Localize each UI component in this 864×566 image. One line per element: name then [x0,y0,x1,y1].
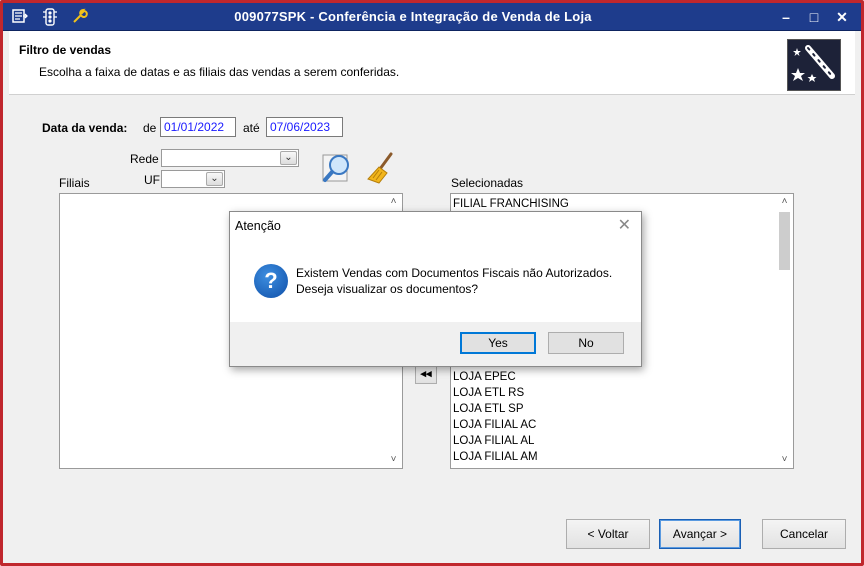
maximize-button[interactable]: □ [801,7,827,27]
traffic-light-icon[interactable] [41,8,59,26]
uf-label: UF [144,173,160,187]
window-title: 009077SPK - Conferência e Integração de … [234,9,592,24]
from-label: de [143,121,157,135]
back-button[interactable]: < Voltar [566,519,650,549]
to-label: até [243,121,260,135]
minimize-button[interactable]: – [773,7,799,27]
title-bar: 009077SPK - Conferência e Integração de … [3,3,861,31]
date-from-input[interactable]: 01/01/2022 [160,117,236,137]
menu-icon[interactable] [11,8,29,26]
dialog-title: Atenção [235,219,281,233]
scroll-down-icon[interactable]: ˅ [385,452,402,468]
dialog-message-line1: Existem Vendas com Documentos Fiscais nã… [296,266,613,280]
list-item[interactable]: LOJA EPEC [453,369,516,385]
broom-icon[interactable] [365,151,399,185]
no-button[interactable]: No [548,332,624,354]
list-item[interactable]: LOJA ETL RS [453,385,524,401]
scroll-up-icon[interactable]: ˄ [385,194,402,210]
date-label: Data da venda: [42,121,128,135]
list-item[interactable]: LOJA FILIAL AC [453,417,536,433]
date-to-input[interactable]: 07/06/2023 [266,117,343,137]
list-item[interactable]: LOJA FILIAL AM [453,449,538,465]
scroll-up-icon[interactable]: ˄ [776,194,793,210]
yes-button[interactable]: Yes [460,332,536,354]
next-button[interactable]: Avançar > [659,519,741,549]
dialog-footer: Yes No [230,322,641,366]
close-button[interactable]: ✕ [829,7,855,27]
chevron-down-icon[interactable]: ⌄ [280,151,297,165]
wizard-magic-wand-icon [787,39,841,91]
header-title: Filtro de vendas [19,43,112,57]
dialog-message-line2: Deseja visualizar os documentos? [296,282,479,296]
warning-dialog: Atenção ✕ ? Existem Vendas com Documento… [229,211,642,367]
move-all-left-button[interactable]: ◂◂ [415,364,437,384]
selecionadas-scrollbar[interactable]: ˄ ˅ [776,194,793,468]
list-item[interactable]: LOJA ETL SP [453,401,524,417]
question-icon: ? [254,264,288,298]
rede-select[interactable]: ⌄ [161,149,299,167]
list-item[interactable]: LOJA FILIAL AL [453,433,534,449]
search-icon[interactable] [321,151,355,185]
wrench-icon[interactable] [71,8,89,26]
wizard-header: Filtro de vendas Escolha a faixa de data… [9,31,855,95]
header-subtitle: Escolha a faixa de datas e as filiais da… [39,65,400,79]
selecionadas-label: Selecionadas [451,176,524,190]
rede-label: Rede [130,152,159,166]
uf-select[interactable]: ⌄ [161,170,225,188]
chevron-down-icon[interactable]: ⌄ [206,172,223,186]
list-item[interactable]: FILIAL FRANCHISING [453,196,569,212]
scroll-down-icon[interactable]: ˅ [776,452,793,468]
close-icon[interactable]: ✕ [618,215,631,235]
filiais-label: Filiais [59,176,90,190]
scroll-thumb[interactable] [779,212,790,270]
cancel-button[interactable]: Cancelar [762,519,846,549]
